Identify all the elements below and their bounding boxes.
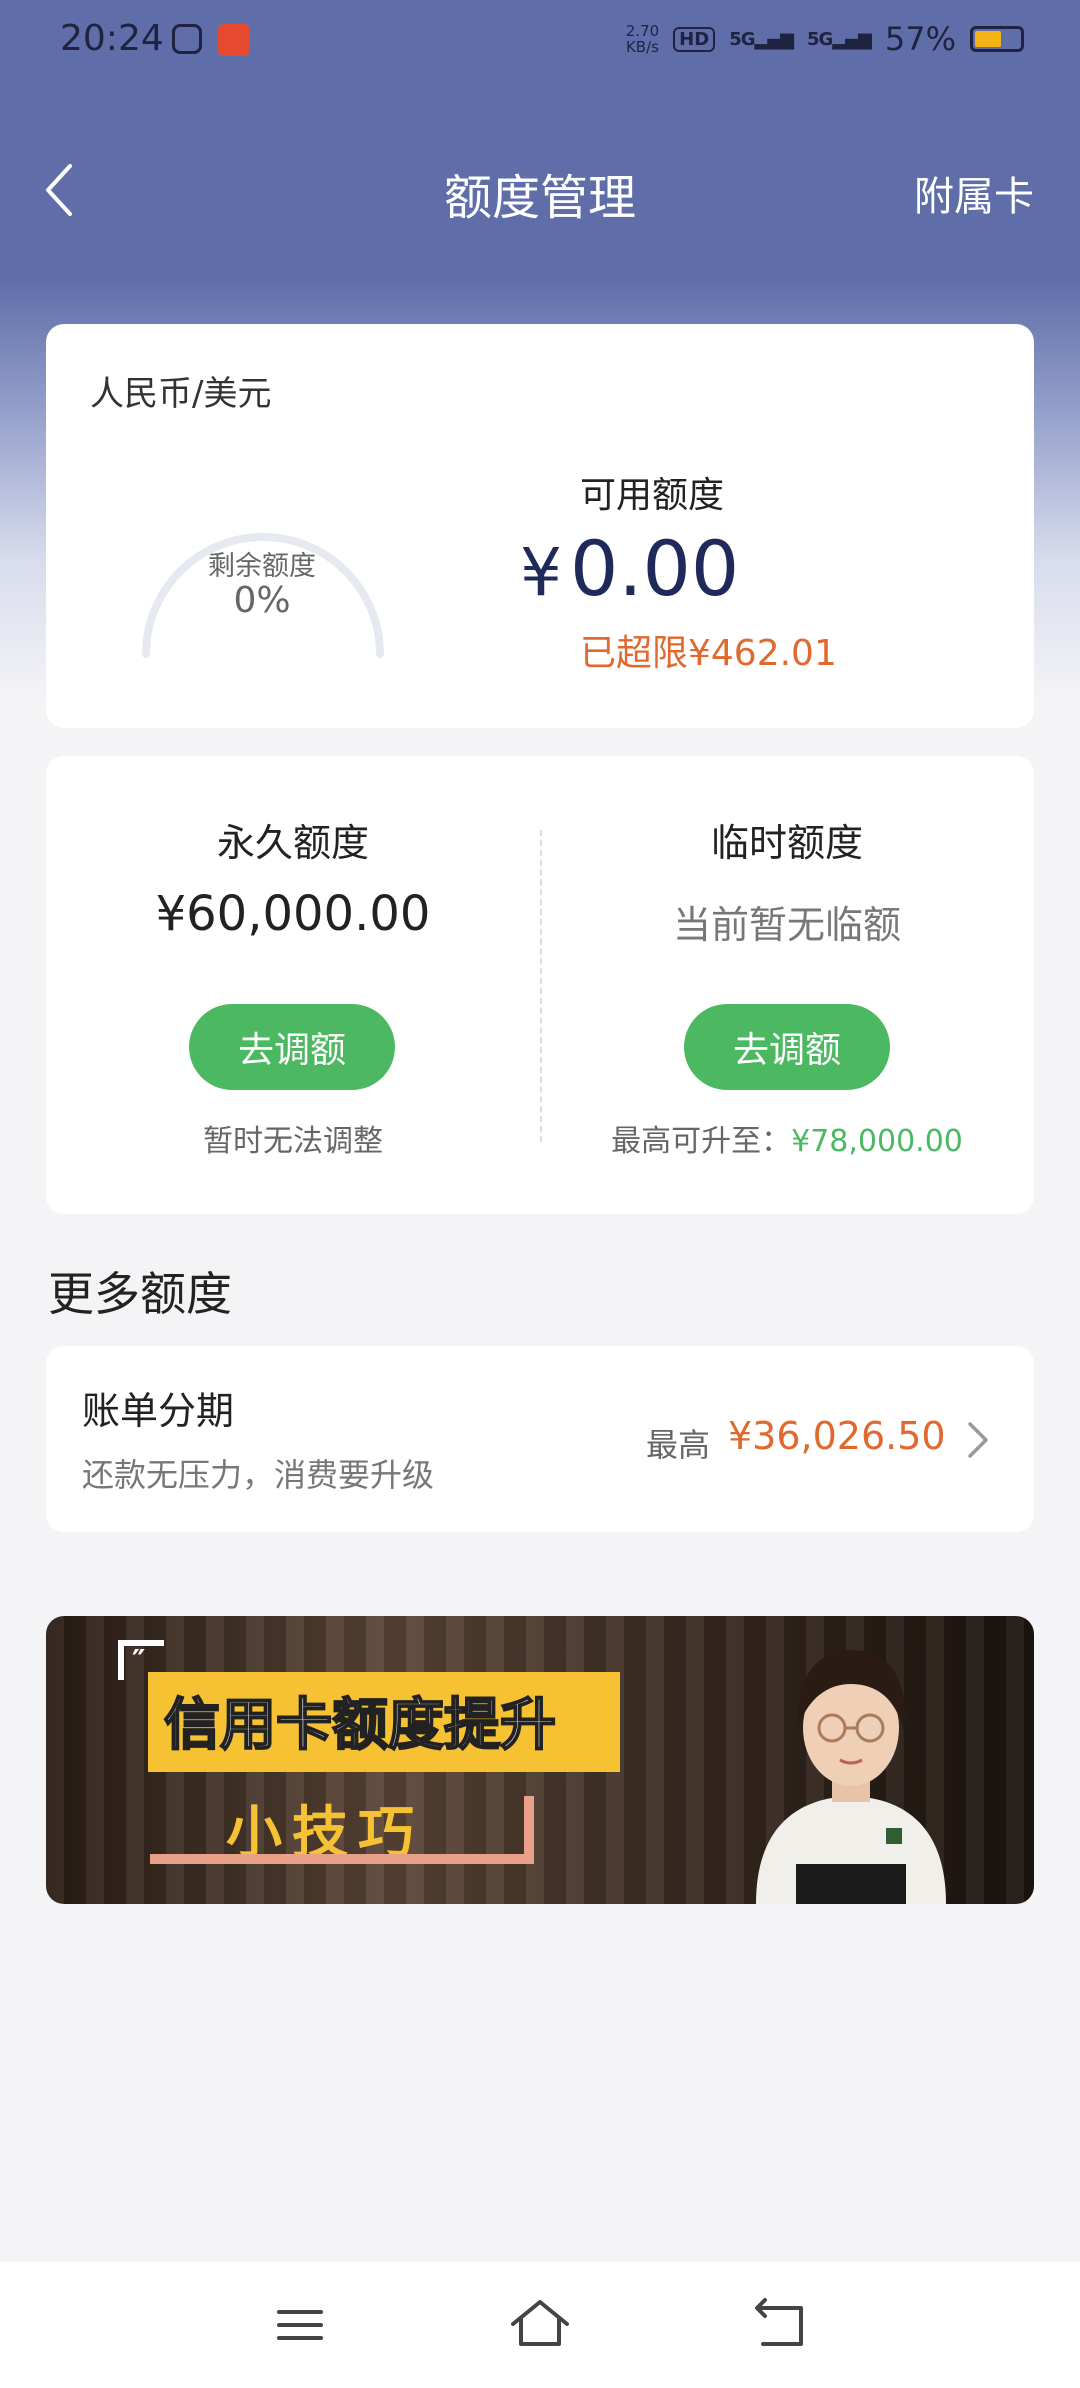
home-icon[interactable]: [505, 2290, 575, 2360]
sim2-label: 5G: [807, 28, 833, 50]
back-icon[interactable]: [745, 2290, 815, 2360]
temporary-limit-note-prefix: 最高可升至：: [611, 1124, 792, 1159]
status-indicators: 2.70 KB/s HD 5G▂▄▆ 5G▂▄▆ 57%: [626, 20, 1024, 58]
available-amount: 0.00: [570, 524, 740, 613]
adjust-temporary-limit-button[interactable]: 去调额: [684, 1004, 890, 1090]
presenter-image: [756, 1650, 946, 1904]
temporary-limit-note: 最高可升至：¥78,000.00: [540, 1116, 1034, 1160]
banner-underline-corner: [524, 1796, 534, 1864]
system-navigation-bar: [0, 2262, 1080, 2388]
battery-fill: [975, 31, 1001, 47]
network-speed: 2.70 KB/s: [626, 23, 659, 55]
chevron-right-icon: [968, 1422, 988, 1458]
battery-icon: [970, 26, 1024, 52]
quote-mark-icon: ″: [132, 1644, 146, 1679]
column-divider: [540, 830, 542, 1142]
temporary-limit-max-value: ¥78,000.00: [791, 1124, 963, 1159]
battery-percent: 57%: [884, 20, 956, 58]
gauge-label: 剩余额度: [208, 551, 316, 582]
currency-label: 人民币/美元: [90, 374, 272, 414]
tv-icon: [172, 24, 202, 54]
hd-icon: HD: [673, 26, 716, 52]
signal-icon-sim2: 5G▂▄▆: [807, 28, 872, 50]
adjust-permanent-limit-button[interactable]: 去调额: [189, 1004, 395, 1090]
installment-max-value: ¥36,026.50: [728, 1414, 946, 1458]
more-limits-title: 更多额度: [48, 1267, 232, 1321]
network-speed-value: 2.70: [625, 22, 660, 40]
available-limit-value: ¥0.00: [520, 524, 739, 613]
over-limit-text: 已超限¥462.01: [580, 633, 837, 674]
temporary-limit-title: 临时额度: [710, 821, 863, 865]
banner-title: 信用卡额度提升: [163, 1692, 557, 1759]
permanent-limit-title: 永久额度: [216, 821, 369, 865]
bill-installment-card[interactable]: 账单分期 还款无压力，消费要升级 最高 ¥36,026.50: [46, 1346, 1034, 1532]
installment-subtitle: 还款无压力，消费要升级: [82, 1456, 435, 1494]
banner-underline: [150, 1854, 534, 1864]
installment-title: 账单分期: [82, 1389, 235, 1433]
status-time: 20:24: [60, 18, 164, 59]
gauge-value: 0%: [233, 580, 291, 621]
sim1-label: 5G: [729, 28, 755, 50]
temporary-limit-value: 当前暂无临额: [672, 903, 901, 947]
supplementary-card-link[interactable]: 附属卡: [914, 164, 1034, 222]
menu-icon[interactable]: [265, 2290, 335, 2360]
available-limit-label: 可用额度: [580, 475, 725, 516]
signal-icon-sim1: 5G▂▄▆: [729, 28, 794, 50]
installment-max-label: 最高: [646, 1426, 711, 1464]
permanent-limit-note: 暂时无法调整: [203, 1124, 383, 1159]
permanent-limit-value: ¥60,000.00: [155, 886, 431, 942]
bank-app-icon: [218, 24, 250, 56]
status-bar: 20:24 2.70 KB/s HD 5G▂▄▆ 5G▂▄▆ 57%: [0, 0, 1080, 84]
promo-banner[interactable]: ″ 信用卡额度提升 小技巧: [46, 1616, 1034, 1904]
network-speed-unit: KB/s: [625, 38, 659, 56]
available-currency-symbol: ¥: [520, 534, 562, 611]
